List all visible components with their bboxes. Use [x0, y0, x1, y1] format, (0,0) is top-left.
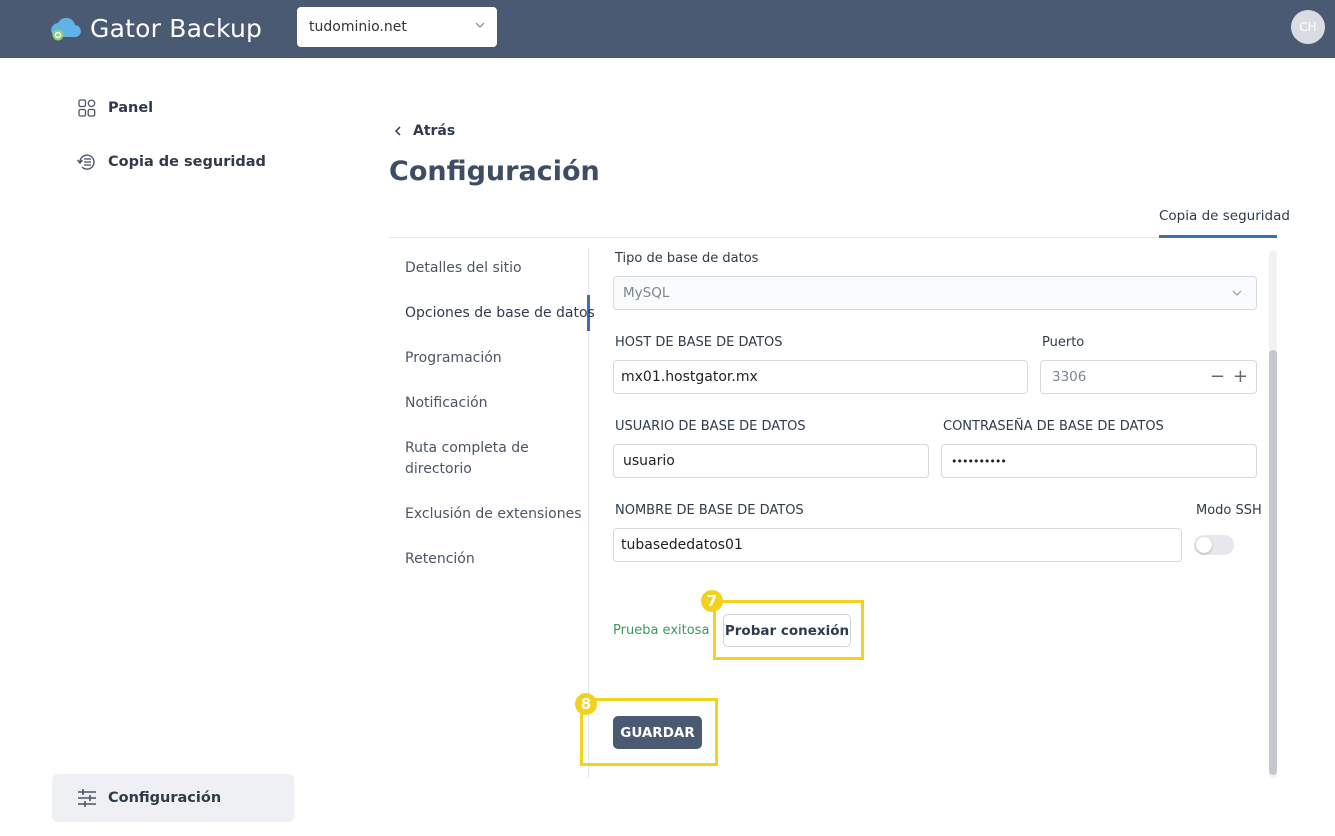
- port-stepper[interactable]: 3306 − +: [1040, 360, 1257, 394]
- chevron-left-icon: [394, 126, 401, 136]
- dbname-input[interactable]: tubasededatos01: [613, 528, 1182, 562]
- top-bar: Gator Backup tudominio.net CH: [0, 0, 1335, 58]
- cloud-logo-icon: [48, 13, 84, 43]
- step-badge-7: 7: [701, 590, 723, 612]
- toggle-knob: [1196, 537, 1212, 553]
- page-title: Configuración: [389, 156, 600, 187]
- step-badge-8: 8: [575, 693, 597, 715]
- chevron-down-icon: [1232, 290, 1242, 296]
- test-status-text: Prueba exitosa: [613, 623, 710, 638]
- app-name: Gator Backup: [90, 13, 263, 43]
- ssh-toggle[interactable]: [1194, 535, 1234, 555]
- tab-backup[interactable]: Copia de seguridad: [1159, 208, 1290, 224]
- plus-icon[interactable]: +: [1233, 368, 1248, 386]
- db-type-label: Tipo de base de datos: [615, 251, 759, 266]
- user-label: USUARIO DE BASE DE DATOS: [615, 419, 806, 434]
- password-label: CONTRASEÑA DE BASE DE DATOS: [943, 419, 1164, 434]
- sidebar-item-backup[interactable]: Copia de seguridad: [76, 151, 266, 173]
- tab-active-indicator: [1159, 235, 1277, 238]
- highlight-save-button: [580, 698, 718, 766]
- sliders-icon: [76, 787, 98, 809]
- subnav-item-label: directorio: [405, 461, 472, 477]
- tab-divider: [389, 237, 1277, 238]
- minus-icon[interactable]: −: [1210, 368, 1225, 386]
- sidebar-item-label: Configuración: [108, 790, 222, 806]
- user-input[interactable]: usuario: [613, 444, 929, 478]
- dbname-label: NOMBRE DE BASE DE DATOS: [615, 503, 804, 518]
- highlight-test-button: [713, 600, 864, 660]
- sidebar-item-settings[interactable]: Configuración: [52, 774, 294, 822]
- subnav-item-label: Ruta completa de: [405, 440, 529, 456]
- chevron-down-icon: [475, 22, 485, 28]
- sidebar-item-label: Panel: [108, 100, 154, 116]
- domain-select-value: tudominio.net: [309, 19, 407, 35]
- port-value: 3306: [1052, 369, 1087, 385]
- subnav-item-site-details[interactable]: Detalles del sitio: [405, 258, 522, 279]
- back-label: Atrás: [413, 123, 456, 139]
- subnav-item-extension-exclusion[interactable]: Exclusión de extensiones: [405, 504, 582, 525]
- db-type-value: MySQL: [623, 285, 670, 301]
- sidebar-item-panel[interactable]: Panel: [76, 97, 153, 119]
- domain-select[interactable]: tudominio.net: [297, 7, 497, 47]
- back-link[interactable]: Atrás: [392, 123, 455, 139]
- db-type-select[interactable]: MySQL: [613, 276, 1257, 310]
- ssh-label: Modo SSH: [1196, 503, 1262, 518]
- app-logo[interactable]: Gator Backup: [48, 12, 262, 44]
- user-avatar[interactable]: CH: [1291, 10, 1325, 44]
- subnav-item-full-path[interactable]: Ruta completa de directorio: [405, 438, 529, 480]
- sidebar-item-label: Copia de seguridad: [108, 154, 266, 170]
- port-label: Puerto: [1042, 335, 1085, 350]
- subnav-item-schedule[interactable]: Programación: [405, 348, 502, 369]
- scrollbar-thumb[interactable]: [1269, 350, 1277, 775]
- subnav-item-database-options[interactable]: Opciones de base de datos: [405, 303, 595, 324]
- backup-icon: [76, 151, 98, 173]
- subnav-item-retention[interactable]: Retención: [405, 549, 475, 570]
- subnav-item-notification[interactable]: Notificación: [405, 393, 488, 414]
- host-label: HOST DE BASE DE DATOS: [615, 335, 783, 350]
- dashboard-icon: [76, 97, 98, 119]
- password-input[interactable]: ••••••••••: [941, 444, 1257, 478]
- host-input[interactable]: mx01.hostgator.mx: [613, 360, 1028, 394]
